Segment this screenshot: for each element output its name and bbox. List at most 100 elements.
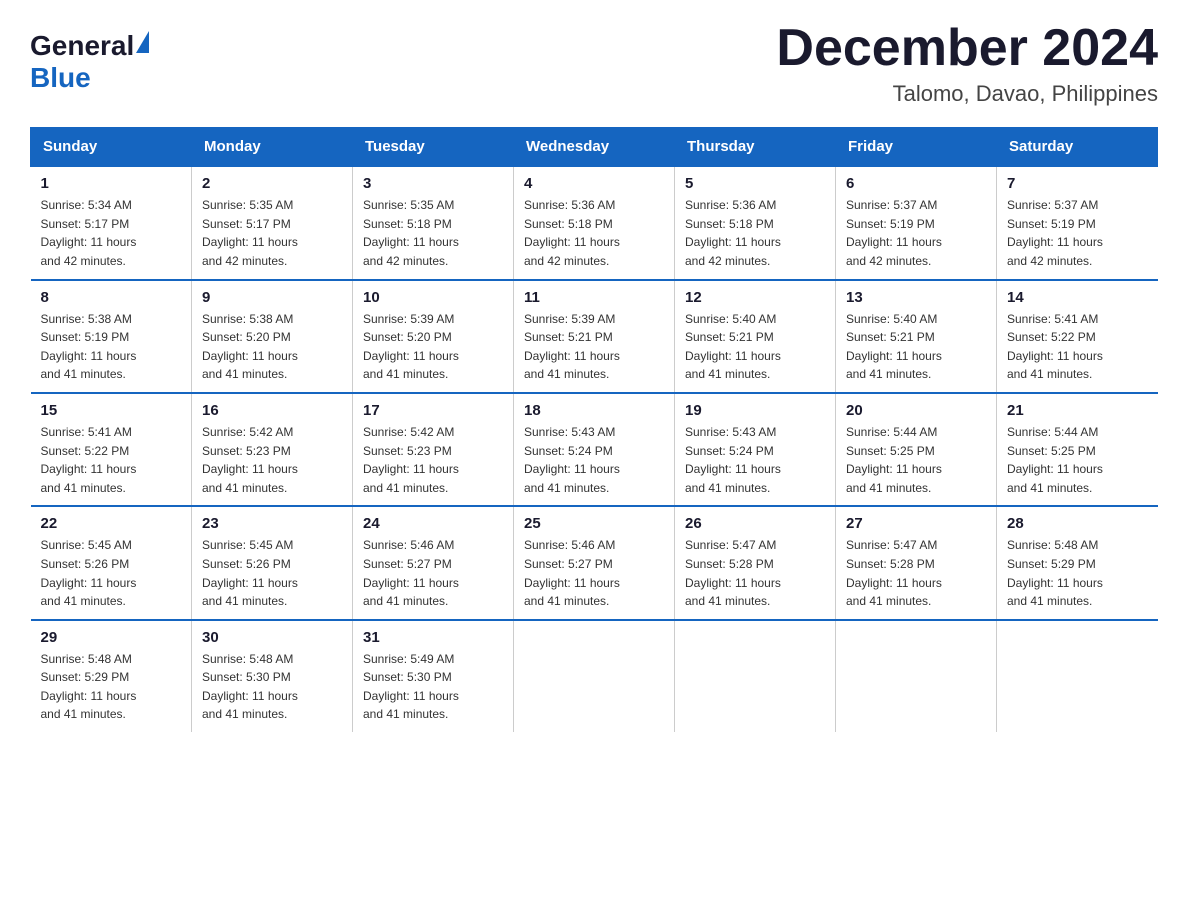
day-info: Sunrise: 5:47 AM Sunset: 5:28 PM Dayligh…: [846, 538, 942, 608]
day-number: 1: [41, 175, 182, 192]
day-info: Sunrise: 5:45 AM Sunset: 5:26 PM Dayligh…: [41, 538, 137, 608]
table-row: 29 Sunrise: 5:48 AM Sunset: 5:29 PM Dayl…: [31, 620, 192, 732]
day-number: 31: [363, 629, 503, 646]
col-saturday: Saturday: [997, 128, 1158, 167]
day-info: Sunrise: 5:39 AM Sunset: 5:20 PM Dayligh…: [363, 312, 459, 382]
day-info: Sunrise: 5:48 AM Sunset: 5:29 PM Dayligh…: [1007, 538, 1103, 608]
day-info: Sunrise: 5:43 AM Sunset: 5:24 PM Dayligh…: [524, 425, 620, 495]
day-info: Sunrise: 5:40 AM Sunset: 5:21 PM Dayligh…: [846, 312, 942, 382]
day-number: 7: [1007, 175, 1148, 192]
table-row: 6 Sunrise: 5:37 AM Sunset: 5:19 PM Dayli…: [836, 166, 997, 279]
day-number: 6: [846, 175, 986, 192]
table-row: [997, 620, 1158, 732]
day-info: Sunrise: 5:43 AM Sunset: 5:24 PM Dayligh…: [685, 425, 781, 495]
day-info: Sunrise: 5:44 AM Sunset: 5:25 PM Dayligh…: [846, 425, 942, 495]
day-info: Sunrise: 5:49 AM Sunset: 5:30 PM Dayligh…: [363, 652, 459, 722]
table-row: 9 Sunrise: 5:38 AM Sunset: 5:20 PM Dayli…: [192, 280, 353, 393]
day-info: Sunrise: 5:37 AM Sunset: 5:19 PM Dayligh…: [846, 198, 942, 268]
day-number: 14: [1007, 289, 1148, 306]
calendar-week-row: 22 Sunrise: 5:45 AM Sunset: 5:26 PM Dayl…: [31, 506, 1158, 619]
day-info: Sunrise: 5:46 AM Sunset: 5:27 PM Dayligh…: [363, 538, 459, 608]
day-info: Sunrise: 5:38 AM Sunset: 5:19 PM Dayligh…: [41, 312, 137, 382]
day-info: Sunrise: 5:42 AM Sunset: 5:23 PM Dayligh…: [363, 425, 459, 495]
table-row: 17 Sunrise: 5:42 AM Sunset: 5:23 PM Dayl…: [353, 393, 514, 506]
calendar-week-row: 8 Sunrise: 5:38 AM Sunset: 5:19 PM Dayli…: [31, 280, 1158, 393]
day-number: 10: [363, 289, 503, 306]
day-info: Sunrise: 5:37 AM Sunset: 5:19 PM Dayligh…: [1007, 198, 1103, 268]
table-row: [514, 620, 675, 732]
table-row: 14 Sunrise: 5:41 AM Sunset: 5:22 PM Dayl…: [997, 280, 1158, 393]
day-info: Sunrise: 5:46 AM Sunset: 5:27 PM Dayligh…: [524, 538, 620, 608]
day-number: 3: [363, 175, 503, 192]
day-number: 4: [524, 175, 664, 192]
table-row: 30 Sunrise: 5:48 AM Sunset: 5:30 PM Dayl…: [192, 620, 353, 732]
day-number: 21: [1007, 402, 1148, 419]
day-info: Sunrise: 5:38 AM Sunset: 5:20 PM Dayligh…: [202, 312, 298, 382]
page-header: General Blue December 2024 Talomo, Davao…: [30, 20, 1158, 107]
col-thursday: Thursday: [675, 128, 836, 167]
col-sunday: Sunday: [31, 128, 192, 167]
day-number: 8: [41, 289, 182, 306]
logo-triangle-icon: [136, 31, 149, 53]
table-row: [675, 620, 836, 732]
table-row: 22 Sunrise: 5:45 AM Sunset: 5:26 PM Dayl…: [31, 506, 192, 619]
table-row: 1 Sunrise: 5:34 AM Sunset: 5:17 PM Dayli…: [31, 166, 192, 279]
day-number: 16: [202, 402, 342, 419]
table-row: 25 Sunrise: 5:46 AM Sunset: 5:27 PM Dayl…: [514, 506, 675, 619]
col-tuesday: Tuesday: [353, 128, 514, 167]
table-row: 2 Sunrise: 5:35 AM Sunset: 5:17 PM Dayli…: [192, 166, 353, 279]
col-friday: Friday: [836, 128, 997, 167]
day-info: Sunrise: 5:45 AM Sunset: 5:26 PM Dayligh…: [202, 538, 298, 608]
day-info: Sunrise: 5:48 AM Sunset: 5:30 PM Dayligh…: [202, 652, 298, 722]
table-row: 31 Sunrise: 5:49 AM Sunset: 5:30 PM Dayl…: [353, 620, 514, 732]
table-row: [836, 620, 997, 732]
day-number: 17: [363, 402, 503, 419]
day-number: 15: [41, 402, 182, 419]
table-row: 7 Sunrise: 5:37 AM Sunset: 5:19 PM Dayli…: [997, 166, 1158, 279]
day-info: Sunrise: 5:41 AM Sunset: 5:22 PM Dayligh…: [41, 425, 137, 495]
title-block: December 2024 Talomo, Davao, Philippines: [776, 20, 1158, 107]
day-number: 30: [202, 629, 342, 646]
day-number: 26: [685, 515, 825, 532]
table-row: 26 Sunrise: 5:47 AM Sunset: 5:28 PM Dayl…: [675, 506, 836, 619]
day-info: Sunrise: 5:35 AM Sunset: 5:18 PM Dayligh…: [363, 198, 459, 268]
table-row: 27 Sunrise: 5:47 AM Sunset: 5:28 PM Dayl…: [836, 506, 997, 619]
day-number: 19: [685, 402, 825, 419]
day-info: Sunrise: 5:34 AM Sunset: 5:17 PM Dayligh…: [41, 198, 137, 268]
day-number: 5: [685, 175, 825, 192]
table-row: 19 Sunrise: 5:43 AM Sunset: 5:24 PM Dayl…: [675, 393, 836, 506]
table-row: 10 Sunrise: 5:39 AM Sunset: 5:20 PM Dayl…: [353, 280, 514, 393]
day-info: Sunrise: 5:47 AM Sunset: 5:28 PM Dayligh…: [685, 538, 781, 608]
day-number: 28: [1007, 515, 1148, 532]
col-monday: Monday: [192, 128, 353, 167]
table-row: 12 Sunrise: 5:40 AM Sunset: 5:21 PM Dayl…: [675, 280, 836, 393]
day-info: Sunrise: 5:39 AM Sunset: 5:21 PM Dayligh…: [524, 312, 620, 382]
month-title: December 2024: [776, 20, 1158, 77]
day-number: 29: [41, 629, 182, 646]
day-number: 18: [524, 402, 664, 419]
day-info: Sunrise: 5:44 AM Sunset: 5:25 PM Dayligh…: [1007, 425, 1103, 495]
day-number: 2: [202, 175, 342, 192]
logo-general: General: [30, 30, 134, 61]
table-row: 24 Sunrise: 5:46 AM Sunset: 5:27 PM Dayl…: [353, 506, 514, 619]
day-info: Sunrise: 5:42 AM Sunset: 5:23 PM Dayligh…: [202, 425, 298, 495]
day-info: Sunrise: 5:40 AM Sunset: 5:21 PM Dayligh…: [685, 312, 781, 382]
table-row: 28 Sunrise: 5:48 AM Sunset: 5:29 PM Dayl…: [997, 506, 1158, 619]
calendar-week-row: 29 Sunrise: 5:48 AM Sunset: 5:29 PM Dayl…: [31, 620, 1158, 732]
logo-text: General Blue: [30, 30, 149, 94]
day-info: Sunrise: 5:48 AM Sunset: 5:29 PM Dayligh…: [41, 652, 137, 722]
day-number: 27: [846, 515, 986, 532]
logo-blue: Blue: [30, 62, 91, 93]
day-number: 12: [685, 289, 825, 306]
day-number: 11: [524, 289, 664, 306]
location-title: Talomo, Davao, Philippines: [776, 81, 1158, 107]
table-row: 23 Sunrise: 5:45 AM Sunset: 5:26 PM Dayl…: [192, 506, 353, 619]
logo: General Blue: [30, 30, 149, 94]
col-wednesday: Wednesday: [514, 128, 675, 167]
day-number: 9: [202, 289, 342, 306]
table-row: 4 Sunrise: 5:36 AM Sunset: 5:18 PM Dayli…: [514, 166, 675, 279]
table-row: 15 Sunrise: 5:41 AM Sunset: 5:22 PM Dayl…: [31, 393, 192, 506]
day-number: 20: [846, 402, 986, 419]
calendar-header-row: Sunday Monday Tuesday Wednesday Thursday…: [31, 128, 1158, 167]
table-row: 20 Sunrise: 5:44 AM Sunset: 5:25 PM Dayl…: [836, 393, 997, 506]
